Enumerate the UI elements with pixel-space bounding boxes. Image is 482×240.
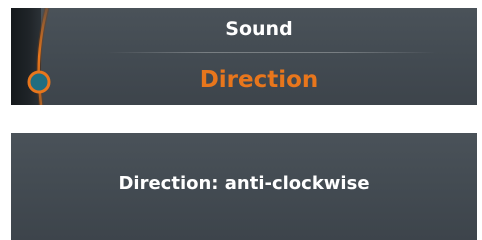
menu-item-sound[interactable]: Sound <box>41 17 477 41</box>
status-text: Direction: anti-clockwise <box>118 173 370 194</box>
menu-item-direction[interactable]: Direction <box>41 65 477 95</box>
status-panel: Direction: anti-clockwise <box>11 133 477 240</box>
selection-menu-panel: Sound Direction <box>11 8 477 105</box>
menu-divider <box>106 52 437 53</box>
